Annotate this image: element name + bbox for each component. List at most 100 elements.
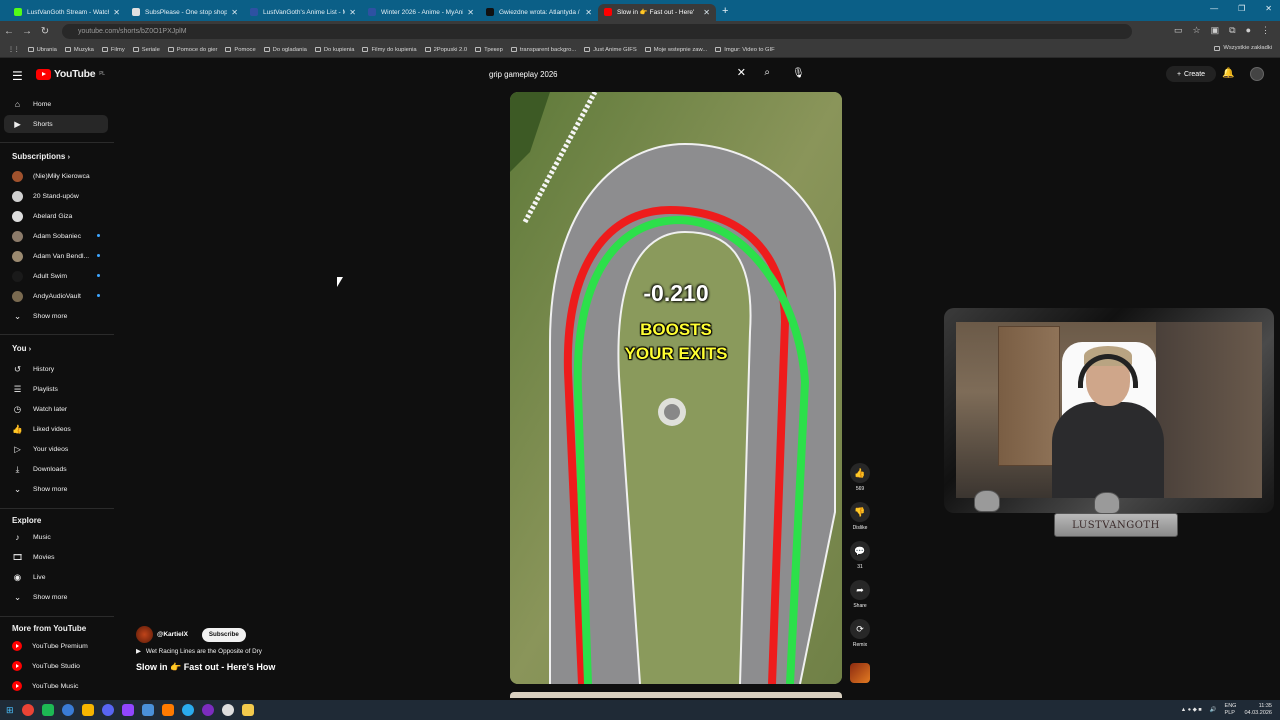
show-more-button[interactable]: ⌄ Show more	[4, 588, 108, 606]
sidebar-item[interactable]: ◉ Live	[4, 568, 108, 586]
sidebar-item[interactable]: ♪ Music	[4, 528, 108, 546]
menu-kebab-icon[interactable]: ⋮	[1261, 25, 1270, 36]
vlc-icon[interactable]	[161, 704, 174, 716]
close-tab-icon[interactable]: ✕	[467, 8, 474, 17]
browser-tab[interactable]: LustVanGoth Stream - Watch Li ✕	[8, 4, 126, 21]
clear-search-icon[interactable]: ✕	[737, 66, 746, 79]
show-more-button[interactable]: ⌄ Show more	[4, 307, 108, 325]
discord-icon[interactable]	[101, 704, 114, 716]
sidebar-item[interactable]: ▷ Your videos	[4, 440, 108, 458]
app-icon[interactable]	[201, 704, 214, 716]
profile-icon[interactable]: ●	[1246, 25, 1251, 36]
maximize-icon[interactable]: ❐	[1238, 4, 1245, 13]
extensions-puzzle-icon[interactable]: ⧉	[1229, 25, 1235, 36]
apps-grid-icon[interactable]: ⋮⋮	[8, 47, 20, 53]
url-field[interactable]: youtube.com/shorts/bZ0O1PXJplM	[62, 24, 1132, 39]
sidebar-item[interactable]: YouTube Music	[4, 677, 108, 695]
app-icon[interactable]	[81, 704, 94, 716]
folder-icon[interactable]	[241, 704, 254, 716]
sidebar-item[interactable]: 👍 Liked videos	[4, 420, 108, 438]
close-window-icon[interactable]: ✕	[1265, 4, 1272, 13]
sidebar-item[interactable]: YouTube Premium	[4, 637, 108, 655]
channel-name[interactable]: @KartielX	[157, 631, 188, 638]
telegram-icon[interactable]	[181, 704, 194, 716]
browser-tab[interactable]: Winter 2026 - Anime - MyAnim ✕	[362, 4, 480, 21]
bookmark-item[interactable]: Do ogladania	[263, 47, 307, 53]
windows-start-icon[interactable]: ⊞	[6, 705, 14, 716]
clock[interactable]: 11:35 04.03.2026	[1244, 703, 1272, 717]
notifications-bell-icon[interactable]: 🔔	[1222, 68, 1234, 79]
dislike-button[interactable]: 👎 Dislike	[850, 502, 870, 531]
sidebar-item[interactable]: ◷ Watch later	[4, 400, 108, 418]
sidebar-item[interactable]: ▶ Shorts	[4, 115, 108, 133]
browser-tab[interactable]: LustVanGoth's Anime List - My ✕	[244, 4, 362, 21]
share-button[interactable]: ➦ Share	[850, 580, 870, 609]
extension-icon[interactable]: ▣	[1211, 25, 1220, 36]
app-icon[interactable]	[141, 704, 154, 716]
sidebar-item[interactable]: Adult Swim	[4, 267, 108, 285]
sidebar-item[interactable]: ⌂ Home	[4, 95, 108, 113]
bookmark-item[interactable]: Pomoce do gier	[167, 47, 217, 53]
sidebar-item[interactable]: 20 Stand-upów	[4, 187, 108, 205]
search-input[interactable]: grip gameplay 2026 ✕ ⌕	[480, 64, 776, 84]
like-button[interactable]: 👍 569	[850, 463, 870, 492]
sidebar-item[interactable]: Abelard Giza	[4, 207, 108, 225]
back-icon[interactable]: ←	[0, 26, 18, 37]
chrome-icon[interactable]	[21, 704, 34, 716]
hamburger-menu-icon[interactable]: ☰	[12, 69, 23, 83]
close-tab-icon[interactable]: ✕	[231, 8, 238, 17]
comments-button[interactable]: 💬 31	[850, 541, 870, 570]
sidebar-item[interactable]: YouTube Studio	[4, 657, 108, 675]
sidebar-item[interactable]: Adam Sobaniec	[4, 227, 108, 245]
sidebar-section-title[interactable]: You ›	[12, 344, 31, 353]
short-video-player[interactable]: -0.210 BOOSTS YOUR EXITS	[510, 92, 842, 684]
bookmark-item[interactable]: Do kupienia	[314, 47, 354, 53]
remix-button[interactable]: ⟳ Remix	[850, 619, 870, 648]
bookmark-item[interactable]: Just Anime GIFS	[584, 47, 637, 53]
account-avatar[interactable]	[1250, 67, 1264, 81]
search-icon[interactable]: ⌕	[764, 67, 770, 78]
obs-icon[interactable]	[221, 704, 234, 716]
browser-tab[interactable]: Gwiezdne wrota: Atlantyda / St ✕	[480, 4, 598, 21]
show-more-button[interactable]: ⌄ Show more	[4, 480, 108, 498]
sidebar-item[interactable]: AndyAudioVault	[4, 287, 108, 305]
bookmark-item[interactable]: transparent backgro...	[510, 47, 576, 53]
reload-icon[interactable]: ↻	[36, 26, 54, 37]
create-button[interactable]: + Create	[1166, 66, 1216, 82]
bookmark-item[interactable]: Ubrania	[27, 47, 57, 53]
bookmark-item[interactable]: Filmy do kupienia	[362, 47, 417, 53]
volume-icon[interactable]: 🔊	[1210, 707, 1217, 713]
bookmark-item[interactable]: Imgur: Video to GIF	[715, 47, 775, 53]
next-short-preview[interactable]	[510, 692, 842, 698]
bookmark-item[interactable]: Moje wstepnie zaw...	[644, 47, 707, 53]
tray-icons[interactable]: ▲ ● ◆ ■	[1181, 707, 1202, 713]
all-bookmarks-folder[interactable]: Wszystkie zakładki	[1214, 45, 1272, 51]
twitch-icon[interactable]	[121, 704, 134, 716]
bookmark-item[interactable]: Filmy	[101, 47, 125, 53]
channel-avatar[interactable]	[136, 626, 153, 643]
sidebar-item[interactable]: ↺ History	[4, 360, 108, 378]
sidebar-item[interactable]: (Nie)Miły Kierowca	[4, 167, 108, 185]
sidebar-item[interactable]: ☰ Playlists	[4, 380, 108, 398]
sidebar-section-title[interactable]: Subscriptions ›	[12, 152, 70, 161]
sidebar-item[interactable]: ⤓ Downloads	[4, 460, 108, 478]
close-tab-icon[interactable]: ✕	[585, 8, 592, 17]
microphone-icon[interactable]: 🎙	[792, 68, 805, 79]
minimize-icon[interactable]: —	[1210, 4, 1218, 13]
browser-tab[interactable]: SubsPlease - One stop shop fo ✕	[126, 4, 244, 21]
bookmark-item[interactable]: Muzyka	[64, 47, 94, 53]
bookmark-item[interactable]: 2Popuski 2.0	[424, 47, 467, 53]
youtube-logo[interactable]: YouTube PL	[36, 68, 105, 80]
bookmark-item[interactable]: Pomoce	[225, 47, 256, 53]
close-tab-icon[interactable]: ✕	[349, 8, 356, 17]
subscribe-button[interactable]: Subscribe	[201, 627, 246, 642]
language-indicator[interactable]: ENG PLP	[1225, 703, 1237, 717]
cast-icon[interactable]: ▭	[1174, 25, 1183, 36]
new-tab-icon[interactable]: +	[722, 5, 728, 17]
related-video-link[interactable]: ▶ Wet Racing Lines are the Opposite of D…	[136, 648, 262, 655]
bookmark-star-icon[interactable]: ☆	[1193, 25, 1201, 36]
close-tab-icon[interactable]: ✕	[113, 8, 120, 17]
forward-icon[interactable]: →	[18, 26, 36, 37]
sidebar-item[interactable]: Adam Van Bendl...	[4, 247, 108, 265]
sidebar-item[interactable]: 🎞 Movies	[4, 548, 108, 566]
